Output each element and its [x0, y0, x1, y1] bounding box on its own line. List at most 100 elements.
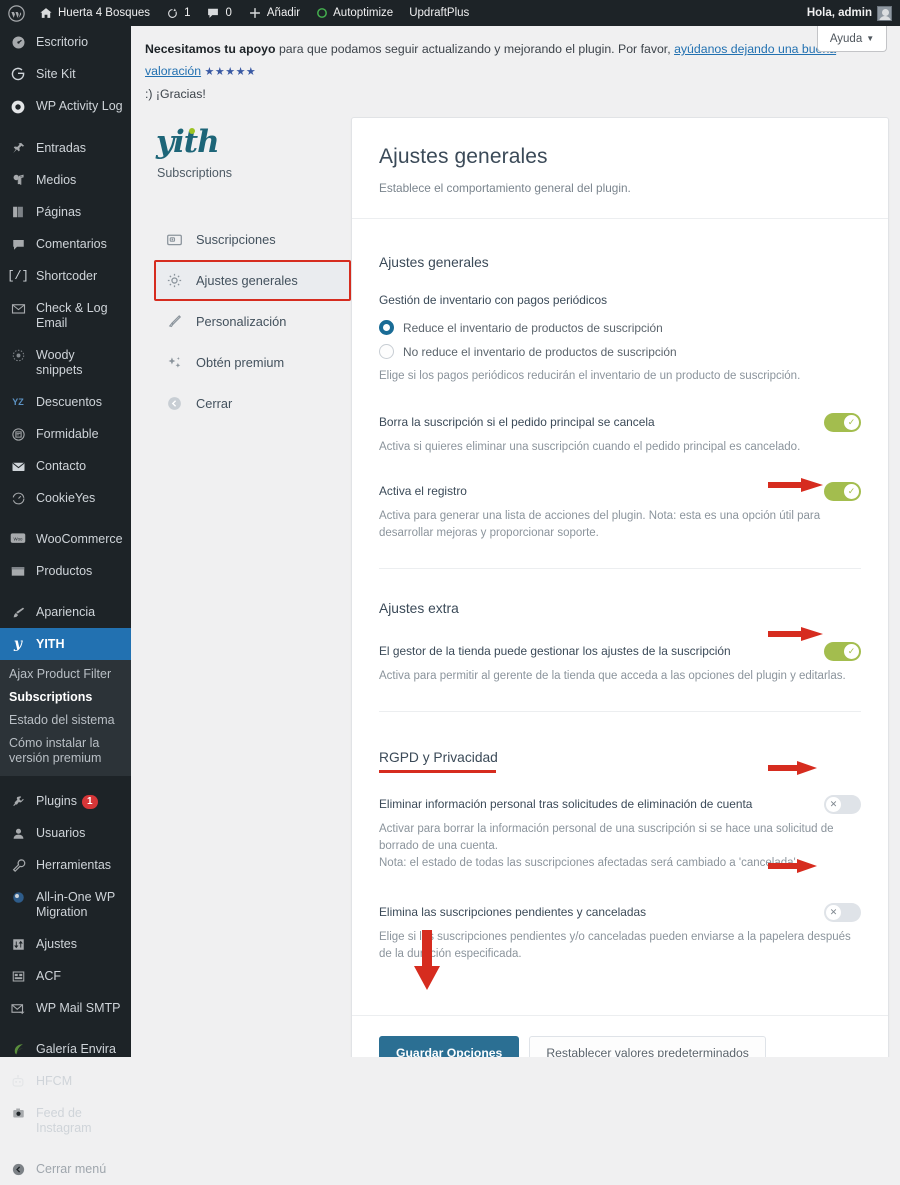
camera-icon	[9, 1105, 27, 1120]
field-row: Elimina las suscripciones pendientes y c…	[379, 903, 861, 922]
sidebar-item-descuentos[interactable]: YZ Descuentos	[0, 386, 131, 418]
sidebar-item-wp-mail-smtp[interactable]: WP Mail SMTP	[0, 992, 131, 1024]
yith-y-icon: y	[13, 636, 23, 652]
yith-submenu[interactable]: Ajax Product Filter Subscriptions Estado…	[0, 660, 131, 776]
svg-text:Woo: Woo	[14, 536, 23, 541]
sidebar-item-productos[interactable]: Productos	[0, 555, 131, 587]
site-name-label: Huerta 4 Bosques	[58, 7, 151, 19]
sidebar-item-ajustes[interactable]: Ajustes	[0, 928, 131, 960]
autoptimize-menu[interactable]: Autoptimize	[308, 0, 401, 26]
section-title-general: Ajustes generales	[379, 255, 489, 270]
sidebar-item-medios[interactable]: Medios	[0, 164, 131, 196]
sidebar-item-label: Escritorio	[36, 35, 89, 49]
sidebar-item-paginas[interactable]: Páginas	[0, 196, 131, 228]
plugin-nav-item-personalizacion[interactable]: Personalización	[154, 301, 351, 342]
sidebar-item-label: Check & Log Email	[36, 301, 108, 330]
sidebar-item-site-kit[interactable]: Site Kit	[0, 58, 131, 90]
sidebar-item-check-and-log-email[interactable]: Check & Log Email	[0, 292, 131, 339]
plugin-sidebar[interactable]: yith Subscriptions Suscripciones Ajustes…	[142, 117, 351, 444]
toggle-delete-subscription-on-cancel[interactable]: ✓	[824, 413, 861, 432]
toggle-knob: ✓	[844, 644, 859, 659]
sidebar-item-label: Descuentos	[36, 395, 103, 409]
sidebar-item-formidable[interactable]: Formidable	[0, 418, 131, 450]
field-inventory-management: Gestión de inventario con pagos periódic…	[379, 292, 861, 385]
save-button[interactable]: Guardar Opciones	[379, 1036, 520, 1057]
autoptimize-circle-icon	[316, 7, 328, 19]
user-icon	[9, 825, 27, 841]
sidebar-item-entradas[interactable]: Entradas	[0, 132, 131, 164]
radio-option-no-reduce[interactable]: No reduce el inventario de productos de …	[379, 344, 861, 359]
field-shop-manager-can-manage: El gestor de la tienda puede gestionar l…	[379, 642, 861, 685]
sidebar-item-escritorio[interactable]: Escritorio	[0, 26, 131, 58]
sidebar-item-yith[interactable]: y YITH	[0, 628, 131, 660]
sidebar-item-label: Entradas	[36, 141, 87, 155]
sidebar-item-label: Formidable	[36, 427, 99, 441]
sidebar-item-label: Páginas	[36, 205, 82, 219]
wordpress-logo-menu[interactable]	[0, 0, 31, 26]
radio-label: No reduce el inventario de productos de …	[403, 344, 677, 359]
toggle-erase-personal-info[interactable]: ✕	[824, 795, 861, 814]
comments-menu[interactable]: 0	[198, 0, 239, 26]
updraftplus-menu[interactable]: UpdraftPlus	[401, 0, 477, 26]
sidebar-item-all-in-one-wp-migration[interactable]: All-in-One WP Migration	[0, 881, 131, 928]
sidebar-item-plugins[interactable]: Plugins 1	[0, 785, 131, 817]
plugins-update-badge: 1	[82, 795, 98, 809]
add-label: Añadir	[266, 7, 301, 19]
section-title-rgpd: RGPD y Privacidad	[379, 750, 498, 773]
my-account-menu[interactable]: Hola, admin	[799, 0, 900, 26]
new-content-menu[interactable]: Añadir	[240, 0, 308, 26]
sidebar-item-woocommerce[interactable]: Woo WooCommerce	[0, 523, 131, 555]
sidebar-item-shortcoder[interactable]: [/] Shortcoder	[0, 260, 131, 292]
sidebar-item-comentarios[interactable]: Comentarios	[0, 228, 131, 260]
sidebar-item-acf[interactable]: ACF	[0, 960, 131, 992]
plugin-nav-item-ajustes-generales[interactable]: Ajustes generales	[154, 260, 351, 301]
sidebar-item-cookieyes[interactable]: CookieYes	[0, 482, 131, 514]
radio-option-reduce[interactable]: Reduce el inventario de productos de sus…	[379, 320, 861, 335]
sidebar-item-wp-activity-log[interactable]: WP Activity Log	[0, 90, 131, 123]
plugin-nav-item-cerrar[interactable]: Cerrar	[154, 383, 351, 424]
settings-card-body: Ajustes generales Gestión de inventario …	[352, 219, 888, 1057]
radio-input[interactable]	[379, 320, 394, 335]
mail-send-icon	[9, 1000, 27, 1016]
sidebar-item-herramientas[interactable]: Herramientas	[0, 849, 131, 881]
woo-icon: Woo	[9, 531, 27, 545]
plugin-nav-item-obten-premium[interactable]: Obtén premium	[154, 342, 351, 383]
google-g-icon	[9, 66, 27, 81]
submenu-item-estado-del-sistema[interactable]: Estado del sistema	[0, 709, 131, 732]
toggle-enable-logging[interactable]: ✓	[824, 482, 861, 501]
sidebar-separator	[0, 514, 131, 523]
submenu-item-como-instalar-premium[interactable]: Cómo instalar la versión premium	[0, 732, 131, 770]
toggle-delete-pending-cancelled[interactable]: ✕	[824, 903, 861, 922]
field-row: Borra la suscripción si el pedido princi…	[379, 413, 861, 432]
sidebar-item-label: Plugins 1	[36, 793, 98, 809]
sidebar-item-usuarios[interactable]: Usuarios	[0, 817, 131, 849]
help-tab-button[interactable]: Ayuda ▼	[817, 26, 887, 52]
support-notice: Necesitamos tu apoyo para que podamos se…	[131, 26, 900, 119]
sidebar-item-feed-de-instagram[interactable]: Feed de Instagram	[0, 1097, 131, 1144]
field-label: Activa el registro	[379, 484, 467, 498]
collapse-menu-button[interactable]: Cerrar menú	[0, 1153, 131, 1185]
sidebar-item-hfcm[interactable]: HFCM	[0, 1065, 131, 1097]
toggle-knob: ✓	[844, 415, 859, 430]
updates-menu[interactable]: 1	[158, 0, 198, 26]
sidebar-item-apariencia[interactable]: Apariencia	[0, 596, 131, 628]
sidebar-item-contacto[interactable]: Contacto	[0, 450, 131, 482]
yith-logo-text: yith	[156, 124, 220, 160]
sidebar-item-woody-snippets[interactable]: Woody snippets	[0, 339, 131, 386]
submenu-item-ajax-product-filter[interactable]: Ajax Product Filter	[0, 663, 131, 686]
submenu-item-subscriptions[interactable]: Subscriptions	[0, 686, 131, 709]
reset-defaults-button[interactable]: Restablecer valores predeterminados	[529, 1036, 766, 1057]
radio-group-inventory[interactable]: Reduce el inventario de productos de sus…	[379, 320, 861, 359]
site-name-menu[interactable]: Huerta 4 Bosques	[31, 0, 158, 26]
plugin-nav-list[interactable]: Suscripciones Ajustes generales Personal…	[154, 219, 351, 424]
rating-stars[interactable]: ★★★★★	[204, 66, 256, 78]
wp-admin-sidebar[interactable]: Escritorio Site Kit WP Activity Log Entr…	[0, 26, 131, 1176]
plugin-nav-item-suscripciones[interactable]: Suscripciones	[154, 219, 351, 260]
updates-count: 1	[184, 7, 191, 19]
radio-input[interactable]	[379, 344, 394, 359]
sidebar-item-galeria-envira[interactable]: Galería Envira	[0, 1033, 131, 1065]
toggle-shop-manager-can-manage[interactable]: ✓	[824, 642, 861, 661]
gear-icon	[165, 272, 184, 289]
sidebar-separator	[0, 776, 131, 785]
sidebar-item-label: Site Kit	[36, 67, 76, 81]
